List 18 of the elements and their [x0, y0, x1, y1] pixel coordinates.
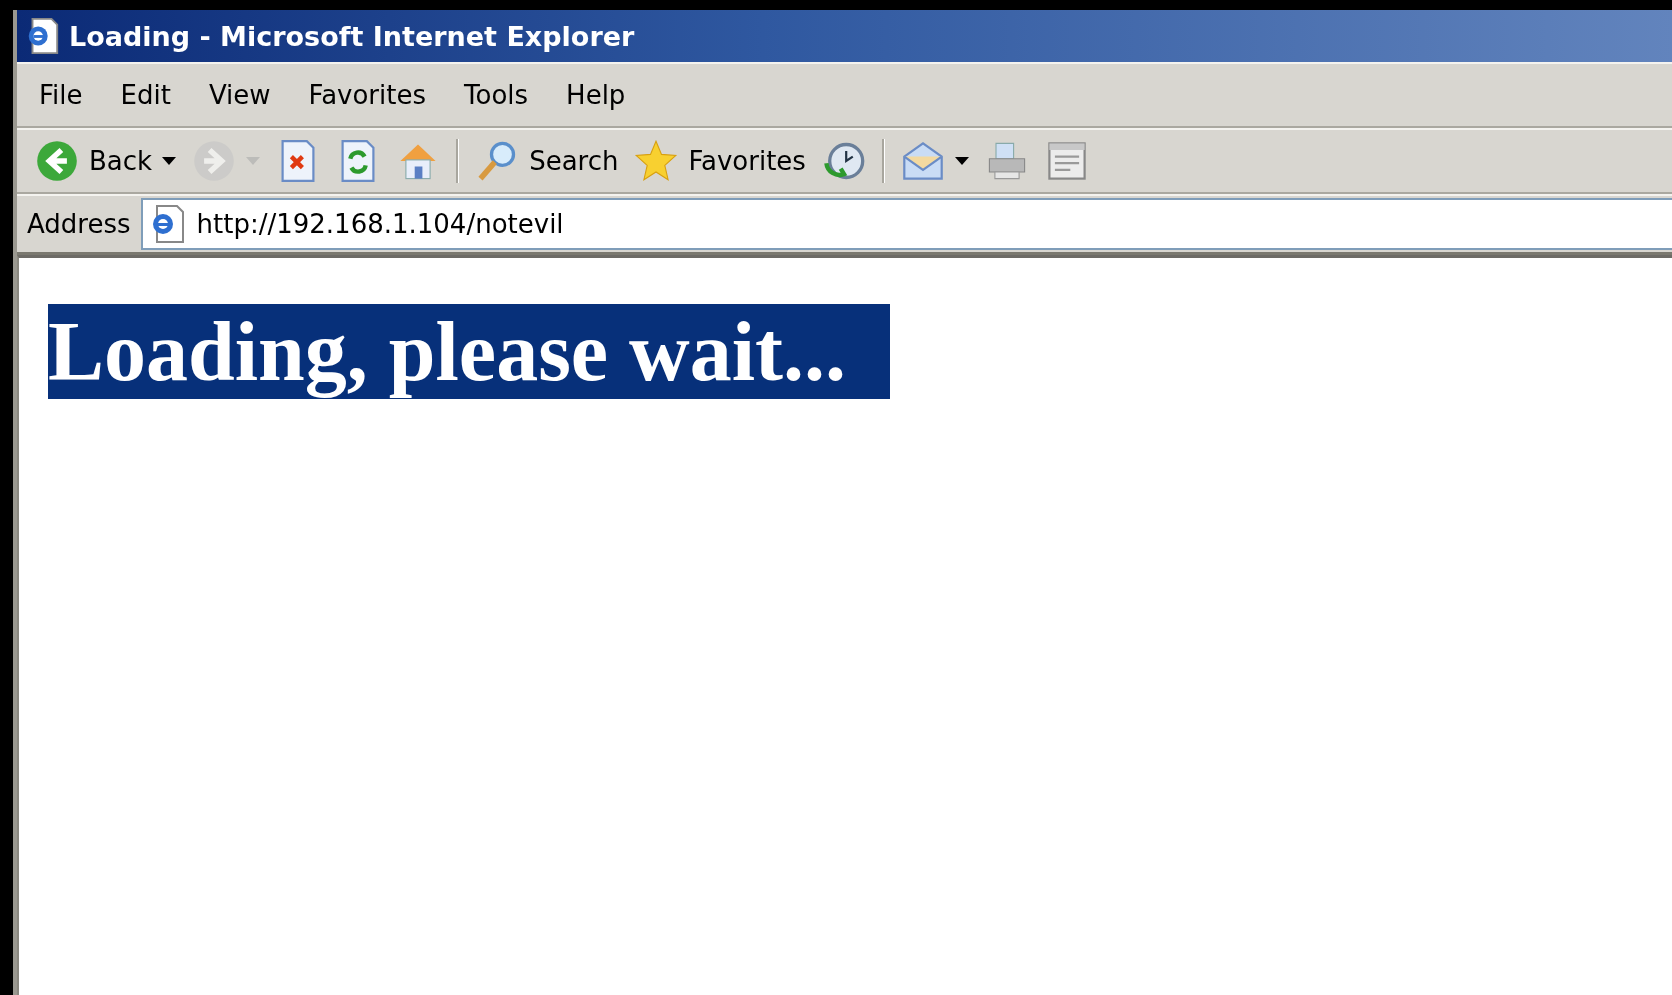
mail-envelope-icon	[900, 139, 945, 183]
loading-heading: Loading, please wait...	[48, 304, 891, 399]
address-label: Address	[27, 209, 131, 239]
menu-item[interactable]: Tools	[464, 80, 549, 110]
address-field[interactable]: http://192.168.1.104/notevil	[140, 198, 1672, 250]
search-button[interactable]: Search	[467, 134, 627, 188]
dropdown-caret-icon	[954, 157, 969, 165]
window-title: Loading - Microsoft Internet Explorer	[69, 20, 635, 52]
menu-item[interactable]: View	[208, 80, 291, 110]
favorites-button[interactable]: Favorites	[626, 134, 814, 188]
menu-item[interactable]: Favorites	[308, 80, 447, 110]
menu-item[interactable]: File	[39, 80, 103, 110]
dropdown-caret-icon	[162, 157, 177, 165]
menu-item[interactable]: Edit	[120, 80, 191, 110]
dropdown-caret-icon	[246, 157, 261, 165]
menu-item[interactable]: Help	[566, 80, 646, 110]
back-button[interactable]: Back	[27, 134, 185, 188]
star-icon	[634, 139, 679, 183]
